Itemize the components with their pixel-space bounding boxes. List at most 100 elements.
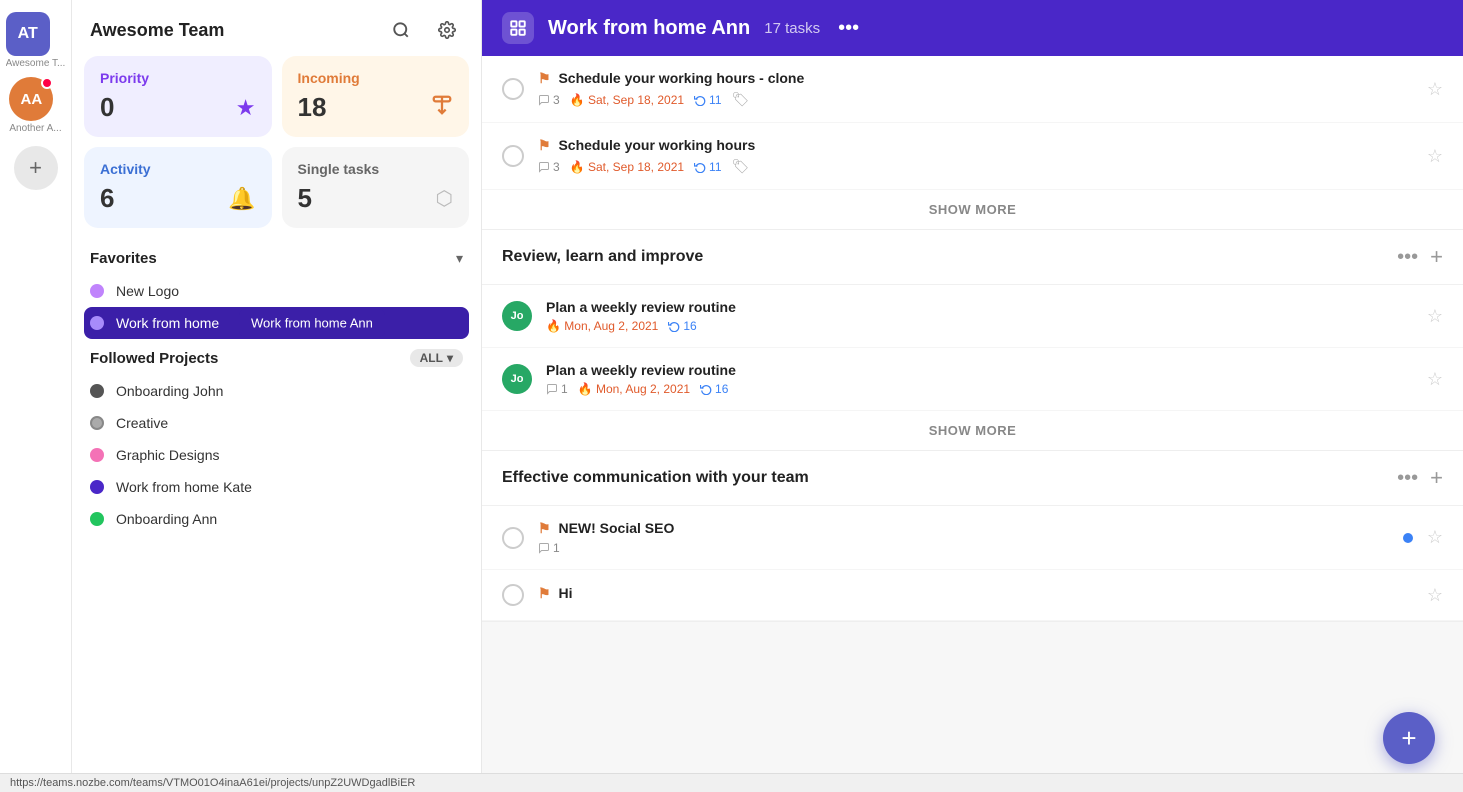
table-row[interactable]: ⚑ NEW! Social SEO 1 ☆ xyxy=(482,506,1463,570)
due-date: 🔥 Sat, Sep 18, 2021 xyxy=(570,93,684,107)
task-checkbox[interactable] xyxy=(502,527,524,549)
notification-dot xyxy=(41,77,53,89)
section-add-button[interactable]: + xyxy=(1430,244,1443,270)
comment-count: 3 xyxy=(538,160,560,174)
single-icon: ⬡ xyxy=(436,186,453,211)
project-more-button[interactable]: ••• xyxy=(838,17,859,40)
show-more-button[interactable]: SHOW MORE xyxy=(482,190,1463,229)
task-flag-icon: ⚑ xyxy=(538,520,551,536)
task-name: ⚑ Hi xyxy=(538,585,1413,602)
star-button[interactable]: ☆ xyxy=(1427,527,1443,548)
section-add-button[interactable]: + xyxy=(1430,465,1443,491)
add-task-fab[interactable]: + xyxy=(1383,712,1435,764)
favorites-section-header: Favorites ▾ xyxy=(84,240,469,275)
project-title: Work from home Ann xyxy=(548,17,750,40)
task-meta: 1 🔥 Mon, Aug 2, 2021 16 xyxy=(546,382,1413,396)
cycles: 11 xyxy=(694,160,721,174)
due-date: 🔥 Sat, Sep 18, 2021 xyxy=(570,160,684,174)
task-name: ⚑ Schedule your working hours - clone xyxy=(538,70,1413,87)
task-meta: 3 🔥 Sat, Sep 18, 2021 11 🏷 xyxy=(538,158,1413,175)
cycles: 11 xyxy=(694,93,721,107)
task-checkbox[interactable] xyxy=(502,584,524,606)
project-dot xyxy=(90,480,104,494)
avatar: Jo xyxy=(502,364,532,394)
table-row[interactable]: Jo Plan a weekly review routine 🔥 Mon, A… xyxy=(482,285,1463,348)
incoming-card[interactable]: Incoming 18 xyxy=(282,56,470,137)
section-header: Review, learn and improve ••• + xyxy=(482,230,1463,285)
project-dot xyxy=(90,448,104,462)
star-button[interactable]: ☆ xyxy=(1427,369,1443,390)
priority-label: Priority xyxy=(100,70,256,86)
project-dot xyxy=(90,512,104,526)
section-name: Effective communication with your team xyxy=(502,469,809,487)
sidebar-item-label: Work from home xyxy=(116,315,219,331)
table-row[interactable]: ⚑ Hi ☆ xyxy=(482,570,1463,621)
star-button[interactable]: ☆ xyxy=(1427,585,1443,606)
sidebar-item-work-from-home-kate[interactable]: Work from home Kate xyxy=(84,471,469,503)
sidebar-item-label: Graphic Designs xyxy=(116,447,220,463)
sidebar-item-onboarding-ann[interactable]: Onboarding Ann xyxy=(84,503,469,535)
activity-label: Activity xyxy=(100,161,256,177)
show-more-button[interactable]: SHOW MORE xyxy=(482,411,1463,450)
project-icon xyxy=(502,12,534,44)
sidebar-item-label: Onboarding John xyxy=(116,383,223,399)
star-button[interactable]: ☆ xyxy=(1427,146,1443,167)
due-date: 🔥 Mon, Aug 2, 2021 xyxy=(578,382,690,396)
section-more-button[interactable]: ••• xyxy=(1397,467,1418,490)
sidebar-item-label: Creative xyxy=(116,415,168,431)
due-date: 🔥 Mon, Aug 2, 2021 xyxy=(546,319,658,333)
task-flag-icon: ⚑ xyxy=(538,585,551,601)
activity-icon: 🔔 xyxy=(228,186,255,212)
priority-count: 0 xyxy=(100,92,114,123)
table-row[interactable]: ⚑ Schedule your working hours 3 🔥 Sat, S… xyxy=(482,123,1463,190)
comment-count: 3 xyxy=(538,93,560,107)
incoming-icon xyxy=(431,94,453,122)
task-name: Plan a weekly review routine xyxy=(546,299,1413,315)
sidebar-item-creative[interactable]: Creative xyxy=(84,407,469,439)
left-header: Awesome Team xyxy=(72,0,481,56)
project-dot xyxy=(90,316,104,330)
task-flag-icon: ⚑ xyxy=(538,137,551,153)
task-section-1: ⚑ Schedule your working hours - clone 3 … xyxy=(482,56,1463,230)
task-checkbox[interactable] xyxy=(502,78,524,100)
task-meta: 3 🔥 Sat, Sep 18, 2021 11 🏷 xyxy=(538,91,1413,108)
sidebar-list: Favorites ▾ New Logo Work from home Work… xyxy=(72,240,481,792)
single-tasks-card[interactable]: Single tasks 5 ⬡ xyxy=(282,147,470,228)
sidebar-item-onboarding-john[interactable]: Onboarding John xyxy=(84,375,469,407)
url-bar: https://teams.nozbe.com/teams/VTMO01O4in… xyxy=(0,773,1463,792)
team-avatar[interactable]: AT xyxy=(6,12,50,56)
incoming-count: 18 xyxy=(298,92,327,123)
task-section-3: Effective communication with your team •… xyxy=(482,451,1463,622)
header-actions xyxy=(385,14,463,46)
sidebar-item-label: Onboarding Ann xyxy=(116,511,217,527)
sidebar-item-label: New Logo xyxy=(116,283,179,299)
team-name: Awesome Team xyxy=(90,20,224,41)
cycles: 16 xyxy=(668,319,696,333)
tag-icon: 🏷 xyxy=(732,158,750,175)
table-row[interactable]: Jo Plan a weekly review routine 1 🔥 Mon,… xyxy=(482,348,1463,411)
user-avatar[interactable]: AA xyxy=(9,77,53,121)
settings-button[interactable] xyxy=(431,14,463,46)
activity-card[interactable]: Activity 6 🔔 xyxy=(84,147,272,228)
star-button[interactable]: ☆ xyxy=(1427,306,1443,327)
add-workspace-button[interactable]: + xyxy=(14,146,58,190)
sidebar-item-new-logo[interactable]: New Logo xyxy=(84,275,469,307)
priority-card[interactable]: Priority 0 ★ xyxy=(84,56,272,137)
comment-count: 1 xyxy=(546,382,568,396)
all-filter-button[interactable]: ALL ▾ xyxy=(410,349,463,367)
search-button[interactable] xyxy=(385,14,417,46)
star-button[interactable]: ☆ xyxy=(1427,79,1443,100)
sidebar-item-graphic-designs[interactable]: Graphic Designs xyxy=(84,439,469,471)
section-header: Effective communication with your team •… xyxy=(482,451,1463,506)
cycles: 16 xyxy=(700,382,728,396)
favorites-chevron[interactable]: ▾ xyxy=(456,250,463,267)
task-name: Plan a weekly review routine xyxy=(546,362,1413,378)
workspace-switcher: AT Awesome T... AA Another A... + xyxy=(0,0,72,792)
section-more-button[interactable]: ••• xyxy=(1397,246,1418,269)
single-count: 5 xyxy=(298,183,312,214)
task-name: ⚑ NEW! Social SEO xyxy=(538,520,1389,537)
task-checkbox[interactable] xyxy=(502,145,524,167)
table-row[interactable]: ⚑ Schedule your working hours - clone 3 … xyxy=(482,56,1463,123)
priority-icon: ★ xyxy=(236,95,256,121)
sidebar-item-work-from-home[interactable]: Work from home Work from home Ann xyxy=(84,307,469,339)
